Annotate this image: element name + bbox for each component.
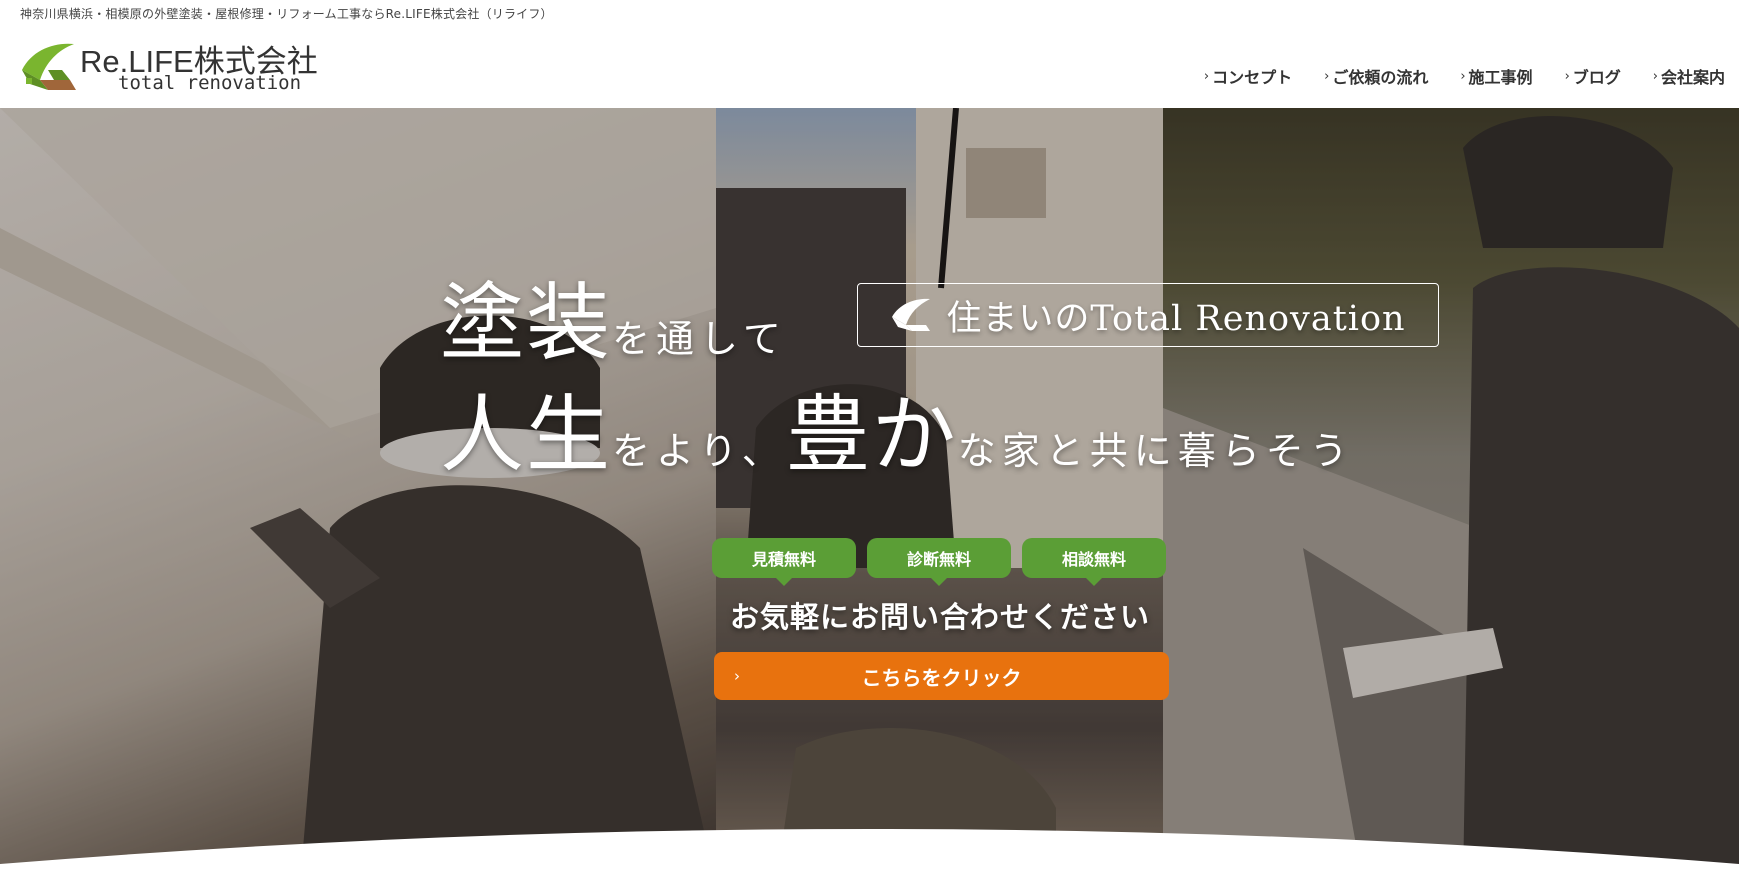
badge-free-consultation: 相談無料	[1022, 538, 1166, 586]
free-service-badges: 見積無料 診断無料 相談無料	[712, 538, 1166, 586]
hero-catch-line2: 人生をより、豊かな家と共に暮らそう	[440, 368, 1354, 489]
chevron-right-icon: ›	[1564, 68, 1570, 84]
nav-item-flow[interactable]: › ご依頼の流れ	[1324, 64, 1428, 88]
catch-small-text: な家と共に暮らそう	[957, 429, 1354, 473]
logo-mark-icon	[892, 298, 931, 331]
catch-small-text: を通して	[612, 317, 787, 361]
logo-subtitle: total renovation	[118, 72, 302, 94]
nav-item-company[interactable]: › 会社案内	[1653, 64, 1725, 88]
hero-overlay	[0, 108, 1739, 884]
catch-big-text: 豊か	[785, 386, 958, 484]
chevron-right-icon: ›	[734, 667, 740, 685]
site-logo[interactable]: Re.LIFE株式会社 total renovation	[18, 36, 338, 96]
hero-bottom-curve	[0, 829, 1739, 884]
site-tagline: 神奈川県横浜・相模原の外壁塗装・屋根修理・リフォーム工事ならRe.LIFE株式会…	[20, 7, 553, 21]
chevron-right-icon: ›	[1652, 68, 1658, 84]
chevron-right-icon: ›	[1203, 68, 1210, 84]
nav-item-label: ご依頼の流れ	[1332, 68, 1429, 87]
total-renovation-badge: 住まいのTotal Renovation	[857, 283, 1439, 347]
cta-label: こちらをクリック	[861, 665, 1022, 690]
catch-big-text: 塗装	[440, 274, 613, 372]
hero-section: 塗装を通して 住まいのTotal Renovation 人生をより、豊かな家と共…	[0, 108, 1739, 884]
nav-item-concept[interactable]: › コンセプト	[1204, 64, 1292, 88]
nav-item-label: ブログ	[1572, 68, 1621, 87]
global-nav: › コンセプト › ご依頼の流れ › 施工事例 › ブログ › 会社案内	[1172, 64, 1725, 88]
chevron-right-icon: ›	[1324, 68, 1330, 84]
nav-item-works[interactable]: › 施工事例	[1460, 64, 1532, 88]
total-renovation-text: 住まいのTotal Renovation	[946, 298, 1406, 339]
badge-free-diagnosis: 診断無料	[867, 538, 1011, 586]
nav-item-label: 会社案内	[1660, 68, 1725, 87]
logo-mark-icon	[22, 43, 76, 90]
chevron-right-icon: ›	[1460, 68, 1466, 84]
contact-cta-button[interactable]: › こちらをクリック	[714, 652, 1169, 700]
nav-item-blog[interactable]: › ブログ	[1565, 64, 1621, 88]
badge-free-estimate: 見積無料	[712, 538, 856, 586]
hero-catch-line1: 塗装を通して	[440, 256, 787, 377]
nav-item-label: 施工事例	[1468, 68, 1533, 87]
nav-item-label: コンセプト	[1212, 68, 1293, 87]
catch-big-text: 人生	[440, 386, 613, 484]
contact-invite-text: お気軽にお問い合わせください	[729, 600, 1150, 634]
catch-small-text: をより、	[612, 429, 786, 473]
